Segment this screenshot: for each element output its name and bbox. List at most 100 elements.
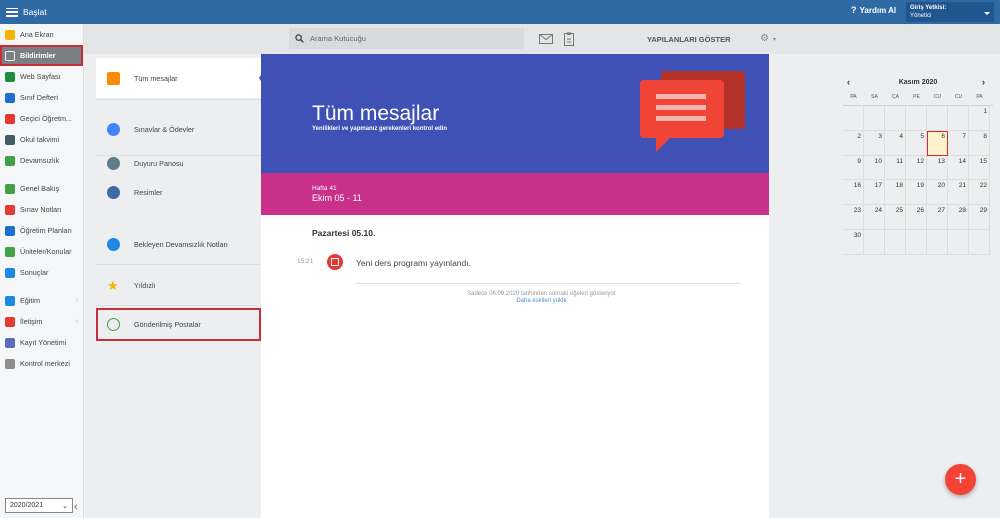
role-selector[interactable]: Giriş Yetkisi: Yönetici (906, 2, 994, 22)
help-label: Yardım Al (859, 5, 897, 15)
category-item[interactable]: Sınavlar & Ödevler (96, 104, 261, 154)
category-item[interactable]: Tüm mesajlar (96, 58, 261, 98)
weekday-label: CU (954, 94, 963, 100)
calendar-day (864, 106, 885, 131)
calendar-day[interactable]: 16 (843, 180, 864, 206)
calendar-day[interactable]: 7 (948, 130, 969, 156)
calendar-day[interactable]: 3 (864, 130, 885, 156)
bar-chart-icon (5, 267, 15, 278)
collapse-sidebar-icon[interactable]: ‹ (74, 501, 78, 513)
calendar-day[interactable]: 9 (843, 155, 864, 181)
sidebar-item[interactable]: Geçici Öğretm... (0, 108, 83, 129)
calendar-day (885, 229, 906, 255)
calendar-day[interactable]: 6 (927, 130, 948, 156)
calendar-day[interactable]: 17 (864, 180, 885, 206)
sidebar-item[interactable]: Öğretim Planları (0, 220, 83, 241)
chevron-right-icon: › (75, 318, 78, 325)
teacher-icon (5, 113, 15, 124)
sidebar-item[interactable]: Genel Bakış (0, 178, 83, 199)
calendar-day[interactable]: 5 (906, 130, 927, 156)
calendar-day[interactable]: 8 (969, 130, 990, 156)
category-panel: Tüm mesajlar Sınavlar & Ödevler Duyuru Pan… (96, 58, 261, 518)
weekday-label: PA (850, 94, 857, 100)
calendar-day[interactable]: 23 (843, 205, 864, 230)
calendar-day[interactable]: 24 (864, 205, 885, 230)
calendar-day[interactable]: 19 (906, 180, 927, 206)
sidebar-item[interactable]: Web Sayfası (0, 66, 83, 87)
sidebar-item[interactable]: Okul takvimi (0, 129, 83, 150)
sidebar-item[interactable]: Üniteler/Konular (0, 241, 83, 262)
calendar-day[interactable]: 25 (885, 205, 906, 230)
calendar-day[interactable]: 27 (927, 205, 948, 230)
calendar-day[interactable]: 2 (843, 130, 864, 156)
calendar-day[interactable]: 26 (906, 205, 927, 230)
load-older-link[interactable]: Daha eskileri yükle (261, 298, 822, 304)
sidebar-item[interactable]: Devamsızlık (0, 150, 83, 171)
sidebar-item[interactable]: Ana Ekran (0, 24, 83, 45)
sidebar-item[interactable]: Kontrol merkezi (0, 353, 83, 374)
show-done-button[interactable]: YAPILANLARI GÖSTER (647, 35, 730, 44)
calendar-day[interactable]: 20 (927, 180, 948, 206)
category-item[interactable]: ★ Yıldızlı (96, 265, 261, 305)
calendar-day (906, 229, 927, 255)
sidebar-item-label: Web Sayfası (20, 72, 61, 81)
sidebar-item[interactable]: Eğitim › (0, 290, 83, 311)
sidebar-item[interactable]: Sınav Notları (0, 199, 83, 220)
calendar-day (906, 106, 927, 131)
sidebar-item-label: Geçici Öğretm... (20, 114, 72, 123)
nav-separator (0, 171, 83, 178)
sidebar-item[interactable]: Kayıt Yönetimi (0, 332, 83, 353)
calendar-day[interactable]: 11 (885, 155, 906, 181)
calendar-day[interactable]: 12 (906, 155, 927, 181)
sidebar: Ana Ekran Bildirimler Web Sayfası Sınıf Def… (0, 24, 84, 518)
weekday-label: PE (913, 94, 920, 100)
help-button[interactable]: ? Yardım Al (851, 5, 896, 15)
phone-icon (107, 157, 120, 170)
sidebar-item[interactable]: İletişim › (0, 311, 83, 332)
category-item[interactable]: Bekleyen Devamsızlık Notları (96, 224, 261, 265)
page-title: Tüm mesajlar (312, 102, 440, 125)
next-month-button[interactable]: › (982, 77, 985, 87)
start-label[interactable]: Başlat (23, 7, 47, 17)
calendar-day[interactable]: 29 (969, 205, 990, 230)
envelope-icon[interactable] (539, 34, 553, 44)
calendar-day[interactable]: 18 (885, 180, 906, 206)
calendar-day[interactable]: 28 (948, 205, 969, 230)
calendar-day[interactable]: 30 (843, 229, 864, 255)
message-item[interactable]: Yeni ders programı yayınlandı. (356, 258, 471, 268)
sidebar-item-label: Devamsızlık (20, 156, 60, 165)
sidebar-item[interactable]: Sınıf Defteri (0, 87, 83, 108)
calendar-day (885, 106, 906, 131)
category-label: Tüm mesajlar (134, 73, 178, 83)
category-label: Sınavlar & Ödevler (134, 124, 195, 134)
category-label: Resimler (134, 187, 163, 197)
chevron-down-icon[interactable]: ▾ (773, 36, 776, 43)
google-icon (107, 122, 120, 136)
category-item[interactable]: Resimler (96, 175, 261, 209)
calendar-day[interactable]: 22 (969, 180, 990, 206)
clipboard-icon[interactable] (564, 32, 574, 46)
divider (96, 305, 261, 306)
category-item[interactable]: Gönderilmiş Postalar (96, 308, 261, 341)
school-year-select[interactable]: 2020/2021 ⌄ (5, 498, 73, 513)
calendar-day[interactable]: 21 (948, 180, 969, 206)
sidebar-item-label: İletişim (20, 317, 43, 326)
search-input[interactable]: Arama Kutucuğu (289, 28, 524, 49)
calendar-header: ‹ Kasım 2020 › (843, 76, 993, 90)
calendar-day[interactable]: 15 (969, 155, 990, 181)
add-button[interactable]: + (945, 464, 976, 495)
calendar-day[interactable]: 4 (885, 130, 906, 156)
sidebar-item[interactable]: Bildirimler (0, 45, 83, 66)
category-item[interactable]: Duyuru Panosu (96, 155, 261, 172)
gear-icon[interactable]: ⚙ (760, 33, 769, 44)
sidebar-item[interactable]: Sonuçlar (0, 262, 83, 283)
sidebar-item-label: Üniteler/Konular (20, 247, 72, 256)
sidebar-item-label: Ana Ekran (20, 30, 54, 39)
calendar-day[interactable]: 1 (969, 106, 990, 131)
day-heading: Pazartesi 05.10. (312, 228, 376, 238)
category-label: Gönderilmiş Postalar (134, 320, 201, 329)
calendar-day[interactable]: 10 (864, 155, 885, 181)
menu-icon[interactable] (6, 7, 18, 17)
calendar-day[interactable]: 13 (927, 155, 948, 181)
calendar-day[interactable]: 14 (948, 155, 969, 181)
